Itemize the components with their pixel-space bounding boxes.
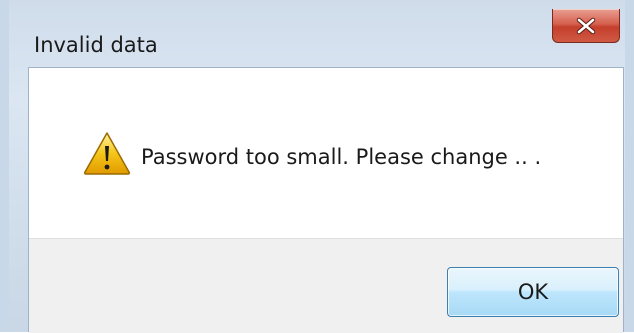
message-area: Password too small. Please change .. . — [29, 68, 623, 238]
message-text: Password too small. Please change .. . — [141, 145, 542, 169]
ok-button[interactable]: OK — [447, 267, 619, 317]
message-dialog: Invalid data Password too small. Please … — [0, 0, 634, 333]
title-bar[interactable]: Invalid data — [18, 9, 634, 67]
warning-icon — [83, 132, 131, 175]
button-bar: OK — [29, 238, 623, 333]
window-title: Invalid data — [34, 33, 158, 57]
close-button[interactable] — [552, 9, 620, 43]
dialog-content: Password too small. Please change .. . O… — [28, 67, 624, 333]
close-icon — [576, 17, 596, 34]
